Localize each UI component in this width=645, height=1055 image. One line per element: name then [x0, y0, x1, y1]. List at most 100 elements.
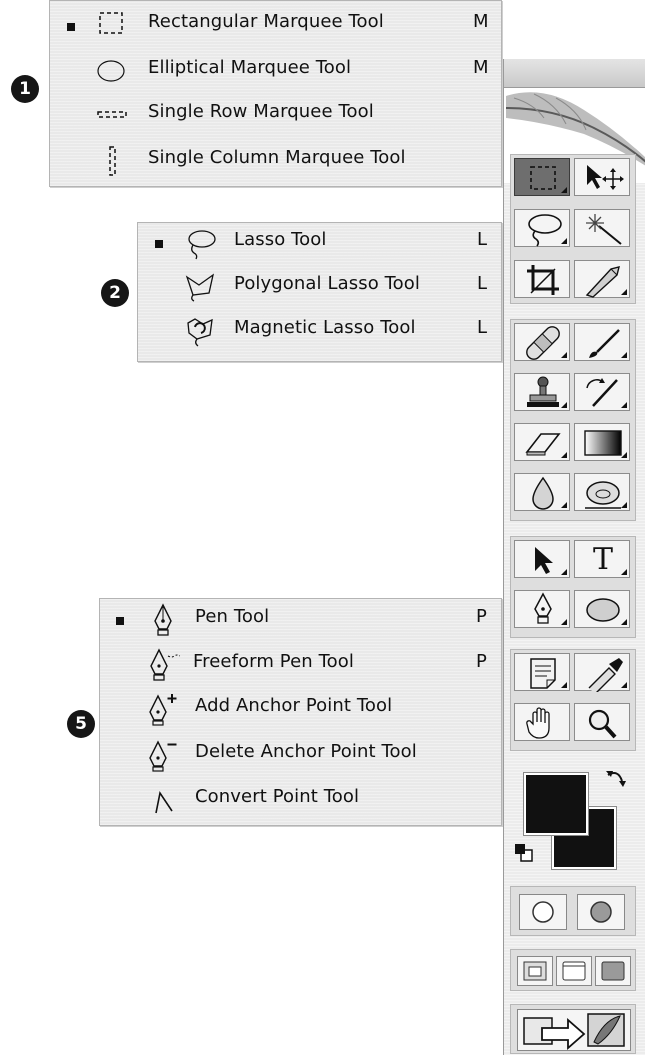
blur-tool-button[interactable]: [514, 473, 570, 511]
quick-mask-icon: [590, 901, 612, 923]
flyout-indicator-icon: [561, 352, 567, 358]
menu-shortcut: M: [473, 57, 489, 78]
rectangular-marquee-tool-button[interactable]: [514, 158, 570, 196]
menu-item-pen[interactable]: Pen Tool P: [100, 601, 501, 641]
callout-2: 2: [101, 279, 129, 307]
quick-mask-mode-button[interactable]: [577, 894, 625, 930]
zoom-tool-button[interactable]: [574, 703, 630, 741]
menu-label: Convert Point Tool: [195, 786, 360, 807]
rect-marquee-icon: [95, 7, 129, 41]
healing-brush-tool-button[interactable]: [514, 323, 570, 361]
menu-item-magnetic-lasso[interactable]: Magnetic Lasso Tool L: [138, 313, 501, 353]
flyout-indicator-icon: [561, 502, 567, 508]
shape-tool-button[interactable]: [574, 590, 630, 628]
default-colors-icon[interactable]: [514, 843, 534, 863]
freeform-pen-icon: [146, 648, 181, 682]
type-tool-button[interactable]: T: [574, 540, 630, 578]
full-screen-icon: [601, 961, 625, 981]
tool-group-painting: [510, 319, 636, 521]
brush-tool-button[interactable]: [574, 323, 630, 361]
menu-shortcut: P: [476, 651, 487, 672]
menu-shortcut: L: [477, 273, 488, 294]
magnetic-lasso-icon: [183, 315, 217, 349]
flyout-indicator-icon: [561, 452, 567, 458]
jump-to-imageready-button[interactable]: [517, 1009, 631, 1051]
tools-palette: T: [503, 59, 645, 1055]
full-screen-mode-button[interactable]: [595, 956, 631, 986]
menu-label: Polygonal Lasso Tool: [234, 273, 420, 294]
magic-wand-icon: [586, 214, 622, 245]
marquee-tools-menu: Rectangular Marquee Tool M Elliptical Ma…: [49, 0, 502, 187]
history-brush-tool-button[interactable]: [574, 373, 630, 411]
slice-tool-button[interactable]: [574, 260, 630, 298]
menu-item-delete-anchor-point[interactable]: Delete Anchor Point Tool: [100, 736, 501, 776]
full-screen-menu-mode-button[interactable]: [556, 956, 592, 986]
palette-title-bar[interactable]: [504, 59, 645, 88]
menu-item-rectangular-marquee[interactable]: Rectangular Marquee Tool M: [50, 3, 501, 43]
menu-item-convert-point[interactable]: Convert Point Tool: [100, 781, 501, 821]
menu-item-single-column-marquee[interactable]: Single Column Marquee Tool: [50, 139, 501, 179]
dodge-tool-button[interactable]: [574, 473, 630, 511]
menu-label: Add Anchor Point Tool: [195, 695, 393, 716]
lasso-icon: [183, 227, 217, 261]
selected-bullet-icon: [155, 240, 163, 248]
menu-label: Delete Anchor Point Tool: [195, 741, 417, 762]
menu-label: Freeform Pen Tool: [193, 651, 354, 672]
lasso-tools-menu: Lasso Tool L Polygonal Lasso Tool L Magn…: [137, 222, 502, 362]
standard-screen-icon: [523, 961, 547, 981]
menu-shortcut: M: [473, 11, 489, 32]
hand-tool-button[interactable]: [514, 703, 570, 741]
menu-item-lasso[interactable]: Lasso Tool L: [138, 225, 501, 265]
menu-item-elliptical-marquee[interactable]: Elliptical Marquee Tool M: [50, 49, 501, 89]
tool-group-selection: [510, 154, 636, 304]
standard-mode-icon: [532, 901, 554, 923]
ellipse-marquee-icon: [95, 53, 129, 87]
tool-group-vector: T: [510, 536, 636, 638]
row-marquee-icon: [95, 97, 129, 131]
menu-item-add-anchor-point[interactable]: Add Anchor Point Tool: [100, 690, 501, 730]
flyout-indicator-icon: [621, 452, 627, 458]
delete-anchor-icon: [146, 738, 180, 772]
menu-shortcut: P: [476, 606, 487, 627]
menu-label: Pen Tool: [195, 606, 270, 627]
menu-item-polygonal-lasso[interactable]: Polygonal Lasso Tool L: [138, 269, 501, 309]
clone-stamp-tool-button[interactable]: [514, 373, 570, 411]
notes-tool-button[interactable]: [514, 653, 570, 691]
lasso-tool-button[interactable]: [514, 209, 570, 247]
crop-icon: [527, 265, 559, 295]
jump-to-group: [510, 1004, 636, 1054]
flyout-indicator-icon: [561, 238, 567, 244]
move-tool-button[interactable]: [574, 158, 630, 196]
menu-label: Magnetic Lasso Tool: [234, 317, 416, 338]
callout-5: 5: [67, 710, 95, 738]
menu-label: Single Column Marquee Tool: [148, 147, 406, 168]
color-swatches: [514, 767, 638, 877]
menu-shortcut: L: [477, 317, 488, 338]
standard-screen-mode-button[interactable]: [517, 956, 553, 986]
swap-colors-icon[interactable]: [604, 767, 628, 791]
menu-item-freeform-pen[interactable]: Freeform Pen Tool P: [100, 646, 501, 686]
crop-tool-button[interactable]: [514, 260, 570, 298]
flyout-indicator-icon: [621, 289, 627, 295]
eraser-tool-button[interactable]: [514, 423, 570, 461]
full-screen-menu-icon: [562, 961, 586, 981]
flyout-indicator-icon: [621, 352, 627, 358]
menu-label: Elliptical Marquee Tool: [148, 57, 352, 78]
flyout-indicator-icon: [621, 502, 627, 508]
path-selection-tool-button[interactable]: [514, 540, 570, 578]
menu-item-single-row-marquee[interactable]: Single Row Marquee Tool: [50, 93, 501, 133]
quick-mask-group: [510, 886, 636, 936]
pen-tool-button[interactable]: [514, 590, 570, 628]
convert-point-icon: [146, 783, 180, 817]
standard-mode-button[interactable]: [519, 894, 567, 930]
magic-wand-tool-button[interactable]: [574, 209, 630, 247]
menu-label: Single Row Marquee Tool: [148, 101, 374, 122]
menu-label: Rectangular Marquee Tool: [148, 11, 384, 32]
gradient-tool-button[interactable]: [574, 423, 630, 461]
add-anchor-icon: [146, 692, 180, 726]
move-icon: [587, 165, 624, 190]
selected-bullet-icon: [116, 617, 124, 625]
foreground-color-swatch[interactable]: [523, 772, 589, 836]
flyout-indicator-icon: [561, 569, 567, 575]
eyedropper-tool-button[interactable]: [574, 653, 630, 692]
